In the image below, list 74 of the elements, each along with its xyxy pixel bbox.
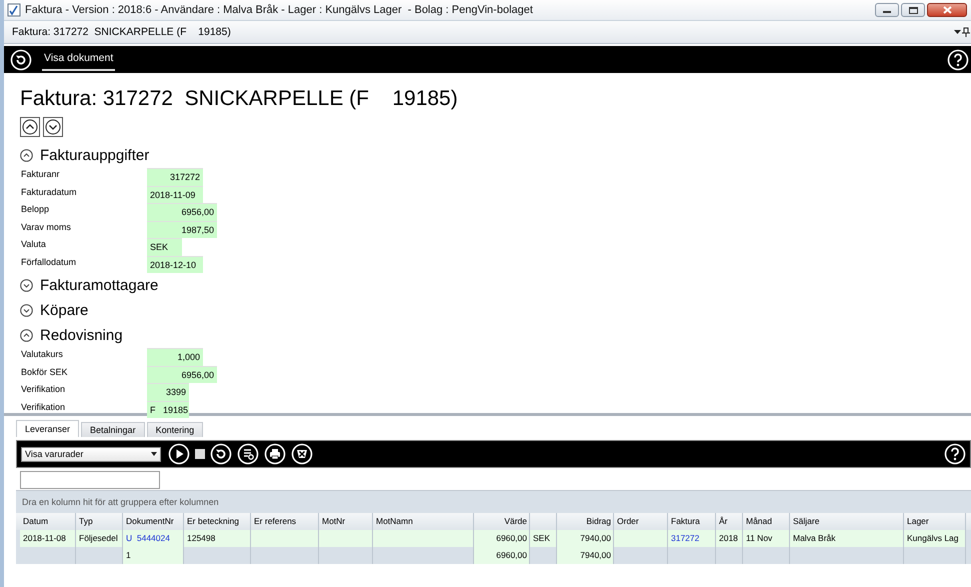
table-cell: 6960,00: [474, 530, 530, 547]
view-select-value: Visa varurader: [25, 449, 84, 459]
table-cell: 7940,00: [557, 530, 614, 547]
section-title[interactable]: Köpare: [40, 302, 88, 319]
field-label: Bokför SEK: [21, 366, 69, 378]
filter-field[interactable]: [20, 471, 160, 489]
field-value: 6956,00: [147, 366, 217, 383]
minimize-button[interactable]: [875, 3, 899, 17]
table-cell: 2018: [716, 530, 743, 547]
field-value: 2018-12-10: [147, 256, 203, 273]
tab[interactable]: Leveranser: [16, 420, 80, 437]
field-label: Verifikation: [21, 383, 66, 396]
section-title[interactable]: Fakturamottagare: [40, 277, 158, 294]
expand-icon[interactable]: [20, 279, 33, 292]
field-value: 6956,00: [147, 203, 217, 220]
field-value: 2018-11-09: [147, 186, 203, 203]
tab[interactable]: Kontering: [146, 422, 204, 437]
table-cell: SEK: [530, 530, 557, 547]
tab[interactable]: Betalningar: [81, 422, 145, 437]
field-value: F 19185: [147, 400, 189, 418]
maximize-icon: [908, 6, 918, 14]
section-title[interactable]: Redovisning: [40, 327, 123, 344]
group-panel: Dra en kolumn hit för att gruppera efter kolumnen: [16, 490, 971, 513]
table-cell: Följesedel: [76, 530, 123, 547]
close-icon: [942, 6, 952, 14]
field-label: Förfallodatum: [21, 256, 78, 268]
table-cell: 7940,00: [557, 547, 614, 564]
window-title: Faktura - Version : 2018:6 - Användare : Malva Bråk - Lager : Kungälvs Lager - Bolag : PengVin-bolaget: [25, 4, 534, 16]
table-link[interactable]: 317272: [668, 530, 716, 547]
expand-icon[interactable]: [20, 304, 33, 317]
document-heading: Faktura: 317272 SNICKARPELLE (F 19185): [20, 87, 459, 111]
table-cell: Kungälvs Lag: [904, 530, 966, 547]
chevron-up-icon: [22, 119, 38, 135]
toolbar-tab[interactable]: Visa dokument: [42, 48, 116, 71]
help-icon[interactable]: [947, 48, 969, 70]
table-link[interactable]: U 5444024: [123, 530, 184, 547]
field-value: SEK: [147, 238, 182, 256]
chevron-down-icon: [45, 119, 61, 135]
section-title[interactable]: Fakturauppgifter: [40, 147, 150, 164]
dropdown-caret-icon[interactable]: [954, 30, 961, 34]
field-label: Verifikation: [21, 400, 66, 414]
table-cell: 1: [123, 547, 184, 564]
pin-icon[interactable]: [961, 27, 971, 37]
play-icon[interactable]: [168, 443, 190, 465]
table-cell: Malva Bråk: [790, 530, 904, 547]
field-label: Valutakurs: [21, 348, 64, 361]
maximize-button[interactable]: [901, 3, 925, 17]
table-cell: 125498: [184, 530, 251, 547]
field-value: 3399: [147, 383, 189, 400]
next-button[interactable]: [43, 117, 63, 137]
refresh-icon[interactable]: [10, 48, 32, 70]
document-tab-title: Faktura: 317272 SNICKARPELLE (F 19185): [12, 26, 232, 38]
collapse-icon[interactable]: [20, 329, 33, 342]
table-cell: 2018-11-08: [20, 530, 76, 547]
field-label: Belopp: [21, 203, 50, 216]
collapse-icon[interactable]: [20, 149, 33, 162]
close-button[interactable]: [927, 3, 967, 17]
table-cell: 6960,00: [474, 547, 530, 564]
table-cell: 11 Nov: [743, 530, 790, 547]
refresh-icon[interactable]: [210, 443, 232, 465]
field-value: 1,000: [147, 348, 203, 366]
previous-button[interactable]: [20, 117, 40, 137]
app-icon: [7, 3, 21, 17]
field-value: 1987,50: [147, 220, 217, 238]
view-select[interactable]: Visa varurader: [21, 446, 161, 462]
dropdown-caret-icon: [151, 452, 157, 456]
field-value: 317272: [147, 168, 203, 186]
field-label: Varav moms: [21, 220, 72, 234]
field-label: Valuta: [21, 238, 47, 251]
help-icon[interactable]: [944, 443, 966, 465]
field-label: Fakturadatum: [21, 186, 78, 198]
print-icon[interactable]: [264, 443, 286, 465]
list-settings-icon[interactable]: [237, 443, 259, 465]
field-label: Fakturanr: [21, 168, 61, 181]
